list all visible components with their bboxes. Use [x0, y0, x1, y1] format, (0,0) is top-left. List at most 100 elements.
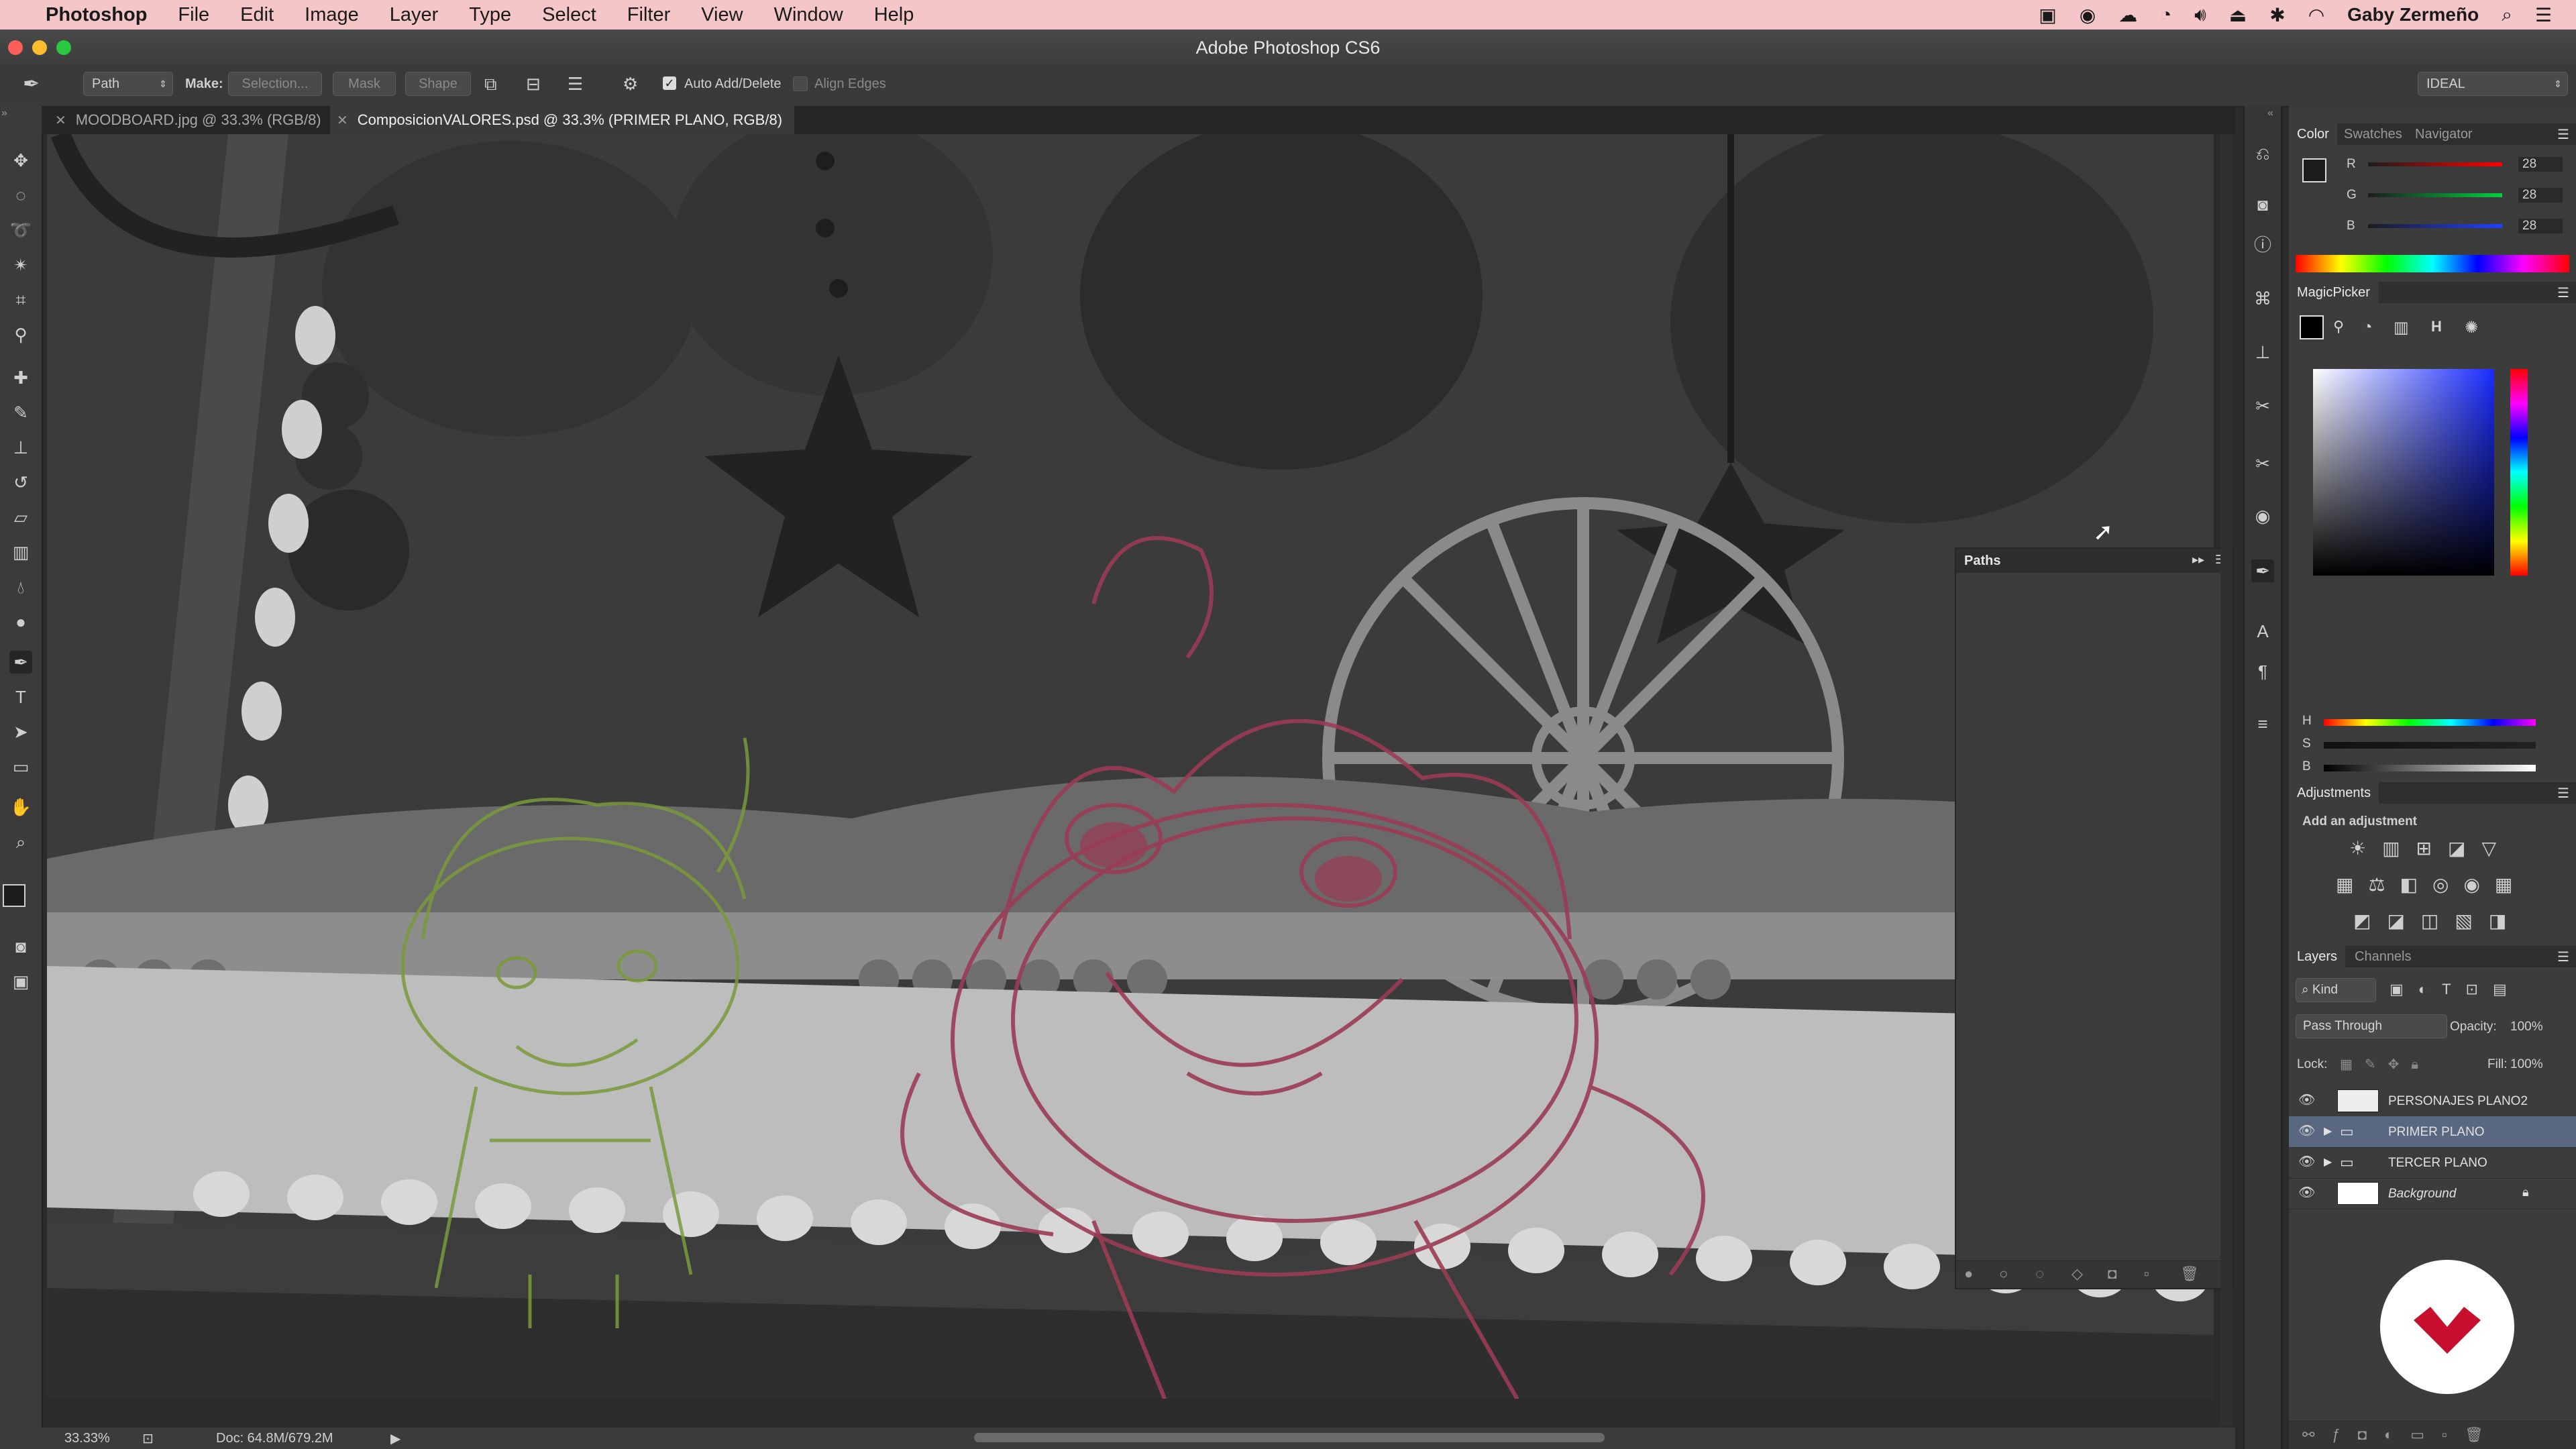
close-tab-icon[interactable]: ✕ [55, 112, 66, 129]
blur-tool-icon[interactable]: 💧︎ [9, 576, 32, 598]
crop-tool-icon[interactable]: ⌗ [9, 288, 32, 311]
new-path-icon[interactable]: ▫ [2144, 1265, 2149, 1283]
gear-icon[interactable]: ⚙ [623, 74, 638, 95]
gradient-tool-icon[interactable]: ▥ [9, 541, 32, 564]
layer-row-personajes-plano2[interactable]: 👁︎ PERSONAJES PLANO2 [2289, 1085, 2576, 1117]
g-value[interactable]: 28 [2518, 188, 2563, 203]
menu-filter[interactable]: Filter [627, 4, 670, 26]
s-slider[interactable] [2324, 742, 2536, 749]
menu-view[interactable]: View [701, 4, 743, 26]
history-icon[interactable]: ⎌ [2251, 142, 2274, 165]
opacity-value[interactable]: 100% [2510, 1020, 2543, 1034]
r-slider[interactable] [2368, 162, 2502, 166]
screen-mode-icon[interactable]: ▣ [9, 970, 32, 993]
dock-collapse-icon[interactable]: « [2267, 107, 2273, 119]
color-wheel-icon[interactable]: ◔ [2363, 318, 2373, 337]
cloud-icon[interactable]: ☁ [2118, 4, 2137, 26]
panel-menu-icon[interactable]: ☰ [2557, 785, 2569, 802]
status-menu-arrow-icon[interactable]: ▶ [390, 1430, 400, 1447]
kuler-icon[interactable]: ◉ [2251, 504, 2274, 527]
zoom-tool-icon[interactable]: ⌕ [9, 830, 32, 853]
lock-icons[interactable]: ▦✎✥🔒︎ [2340, 1056, 2430, 1073]
layer-filter-select[interactable]: ⌕ Kind [2296, 978, 2376, 1002]
type-tool-icon[interactable]: T [9, 686, 32, 708]
lasso-tool-icon[interactable]: ➰ [9, 219, 32, 241]
pen-tool-icon[interactable]: ✒ [9, 651, 32, 674]
move-tool-icon[interactable]: ✥ [9, 149, 32, 172]
zoom-level[interactable]: 33.33% [64, 1431, 110, 1446]
visibility-eye-icon[interactable]: 👁︎ [2298, 1155, 2315, 1169]
layer-filter-icons[interactable]: ▣◐T⊡▤ [2390, 981, 2522, 998]
menu-image[interactable]: Image [305, 4, 359, 26]
r-value[interactable]: 28 [2518, 157, 2563, 172]
link-icon[interactable]: ⚲ [2333, 318, 2344, 335]
horizontal-scrollbar[interactable] [974, 1433, 1605, 1442]
eyedropper-tool-icon[interactable]: ⚲ [9, 323, 32, 346]
tool-presets-icon[interactable]: ✂ [2251, 394, 2274, 417]
gradient-icon[interactable]: ▥ [2394, 318, 2409, 337]
notification-center-icon[interactable]: ☰ [2535, 4, 2552, 26]
camera-icon[interactable]: ◙ [2251, 193, 2274, 216]
tab-moodboard[interactable]: ✕ MOODBOARD.jpg @ 33.3% (RGB/8) [48, 106, 333, 134]
visibility-eye-icon[interactable]: 👁︎ [2298, 1093, 2315, 1107]
expand-group-icon[interactable]: ▶ [2324, 1124, 2332, 1138]
menu-window[interactable]: Window [774, 4, 843, 26]
layer-row-primer-plano[interactable]: 👁︎ ▶ ▭ PRIMER PLANO [2289, 1116, 2576, 1148]
tab-channels[interactable]: Channels [2347, 946, 2420, 967]
magicpicker-swatch[interactable] [2300, 315, 2324, 339]
path-operations-icon[interactable]: ⧉ [484, 74, 497, 95]
healing-brush-tool-icon[interactable]: ✚ [9, 366, 32, 389]
hue-strip[interactable] [2510, 369, 2528, 576]
panel-menu-icon[interactable]: ☰ [2557, 284, 2569, 301]
magic-wand-tool-icon[interactable]: ✴ [9, 254, 32, 276]
clone-source-icon[interactable]: ⊥ [2251, 341, 2274, 364]
paths-icon[interactable]: ✒ [2251, 559, 2274, 582]
b-value[interactable]: 28 [2518, 219, 2563, 233]
toolbar-collapse-icon[interactable]: » [1, 107, 7, 119]
tab-color[interactable]: Color [2289, 123, 2337, 145]
user-name[interactable]: Gaby Zermeño [2347, 4, 2479, 25]
quick-mask-icon[interactable]: ◙ [9, 935, 32, 958]
clone-stamp-tool-icon[interactable]: ⊥ [9, 436, 32, 459]
dodge-tool-icon[interactable]: ● [9, 610, 32, 633]
proof-icon[interactable]: ⊡ [142, 1430, 154, 1447]
make-mask-button[interactable]: Mask [333, 72, 396, 96]
eraser-tool-icon[interactable]: ▱ [9, 506, 32, 529]
tab-swatches[interactable]: Swatches [2336, 123, 2410, 145]
make-shape-button[interactable]: Shape [405, 72, 471, 96]
menu-type[interactable]: Type [469, 4, 511, 26]
adjustment-icons-row-2[interactable]: ▦⚖◧◎◉▦ [2336, 873, 2527, 896]
stroke-path-icon[interactable]: ○ [1999, 1265, 2008, 1283]
wifi-icon[interactable]: ◠ [2308, 4, 2324, 26]
load-path-as-selection-icon[interactable]: ◌ [2035, 1265, 2044, 1283]
marquee-tool-icon[interactable]: ◌ [9, 184, 32, 207]
g-slider[interactable] [2368, 193, 2502, 197]
adjustment-icons-row-3[interactable]: ◩◪◫▧◨ [2353, 910, 2522, 932]
status-icon[interactable]: ▣ [2039, 4, 2056, 26]
add-mask-icon[interactable]: ◘ [2108, 1265, 2116, 1283]
visibility-eye-icon[interactable]: 👁︎ [2298, 1186, 2315, 1199]
h-slider[interactable] [2324, 719, 2536, 726]
menu-layer[interactable]: Layer [390, 4, 439, 26]
make-selection-button[interactable]: Selection... [228, 72, 322, 96]
delete-path-icon[interactable]: 🗑︎ [2180, 1265, 2199, 1283]
menu-edit[interactable]: Edit [240, 4, 274, 26]
color-ramp[interactable] [2296, 255, 2569, 272]
properties-icon[interactable]: ≡ [2251, 712, 2274, 735]
close-tab-icon[interactable]: ✕ [337, 112, 348, 129]
eject-icon[interactable]: ⏏ [2229, 4, 2247, 26]
make-work-path-icon[interactable]: ◇ [2072, 1265, 2083, 1283]
character-icon[interactable]: A [2251, 620, 2274, 643]
tab-navigator[interactable]: Navigator [2407, 123, 2481, 145]
document-canvas[interactable]: ➚ [47, 134, 2214, 1399]
panel-menu-icon[interactable]: ☰ [2557, 126, 2569, 143]
layer-row-background[interactable]: 👁︎ Background 🔒︎ [2289, 1178, 2576, 1210]
settings-icon[interactable]: ✺ [2465, 318, 2478, 337]
sync-icon[interactable]: ◔ [2160, 4, 2171, 25]
bluetooth-icon[interactable]: ✱ [2269, 4, 2285, 26]
path-alignment-icon[interactable]: ⊟ [526, 74, 541, 95]
align-edges-checkbox[interactable] [793, 76, 808, 91]
auto-add-delete-checkbox[interactable]: ✓ [663, 76, 676, 90]
layers-footer-icons[interactable]: ⚯ƒ◘◐▭▫🗑︎ [2289, 1421, 2576, 1449]
visibility-eye-icon[interactable]: 👁︎ [2298, 1124, 2315, 1138]
